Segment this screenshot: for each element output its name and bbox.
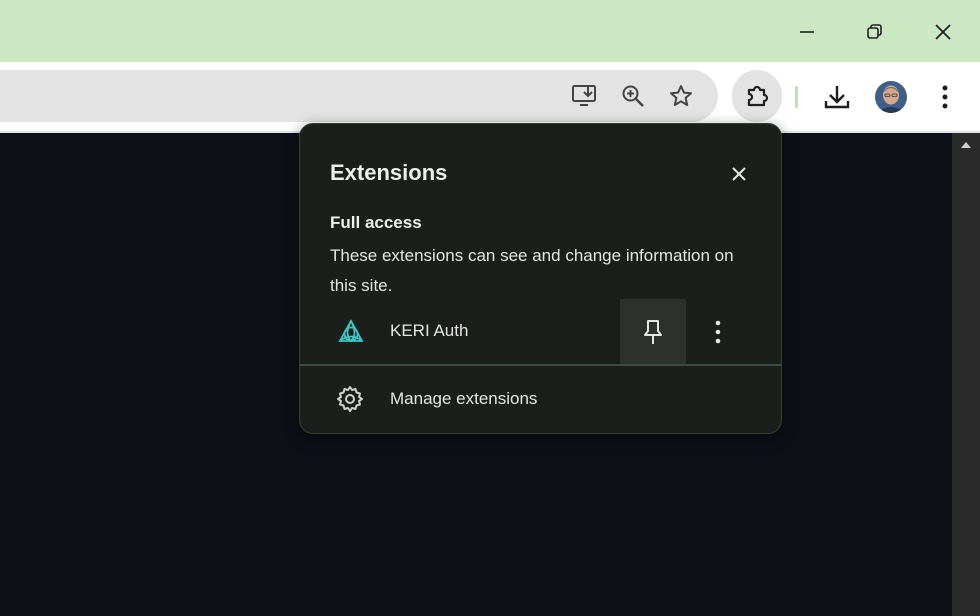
pin-extension-button[interactable] [620, 299, 686, 365]
toolbar-divider [795, 86, 798, 108]
gear-icon [337, 386, 363, 412]
title-bar [0, 0, 980, 62]
vertical-scrollbar[interactable] [952, 133, 980, 616]
downloads-button[interactable] [817, 77, 857, 117]
zoom-icon [622, 85, 644, 107]
pin-icon [644, 320, 662, 344]
keri-triquetra-icon [338, 319, 364, 343]
bookmark-star-icon [670, 85, 692, 106]
extension-name: KERI Auth [390, 321, 469, 340]
bookmark-button[interactable] [661, 76, 701, 116]
close-icon [732, 167, 746, 181]
extensions-popup: Extensions Full access These extensions … [299, 123, 782, 434]
more-vert-icon [715, 320, 721, 344]
close-icon [935, 24, 951, 40]
zoom-button[interactable] [613, 76, 653, 116]
manage-extensions-label: Manage extensions [390, 389, 538, 408]
extensions-button[interactable] [732, 70, 782, 122]
extension-row[interactable]: KERI Auth [300, 299, 781, 365]
restore-icon [867, 24, 882, 39]
scroll-up-button[interactable] [952, 133, 980, 157]
more-vert-icon [942, 85, 948, 109]
address-bar[interactable] [0, 70, 718, 122]
profile-photo [875, 81, 907, 113]
profile-avatar[interactable] [875, 81, 907, 113]
close-window-button[interactable] [923, 12, 963, 52]
popup-divider [300, 364, 781, 366]
scroll-up-arrow-icon [961, 142, 971, 148]
section-description: These extensions can see and change info… [330, 246, 734, 295]
extensions-puzzle-icon [747, 85, 769, 107]
browser-menu-button[interactable] [925, 77, 965, 117]
download-icon [824, 86, 850, 109]
install-app-button[interactable] [565, 76, 605, 116]
popup-title: Extensions [330, 160, 448, 185]
minimize-icon [800, 31, 814, 33]
install-app-icon [572, 85, 596, 106]
popup-close-button[interactable] [720, 155, 758, 193]
restore-button[interactable] [854, 12, 894, 52]
minimize-button[interactable] [787, 12, 827, 52]
section-title: Full access [330, 213, 422, 232]
extension-more-button[interactable] [698, 312, 738, 352]
manage-extensions-item[interactable]: Manage extensions [300, 367, 781, 431]
